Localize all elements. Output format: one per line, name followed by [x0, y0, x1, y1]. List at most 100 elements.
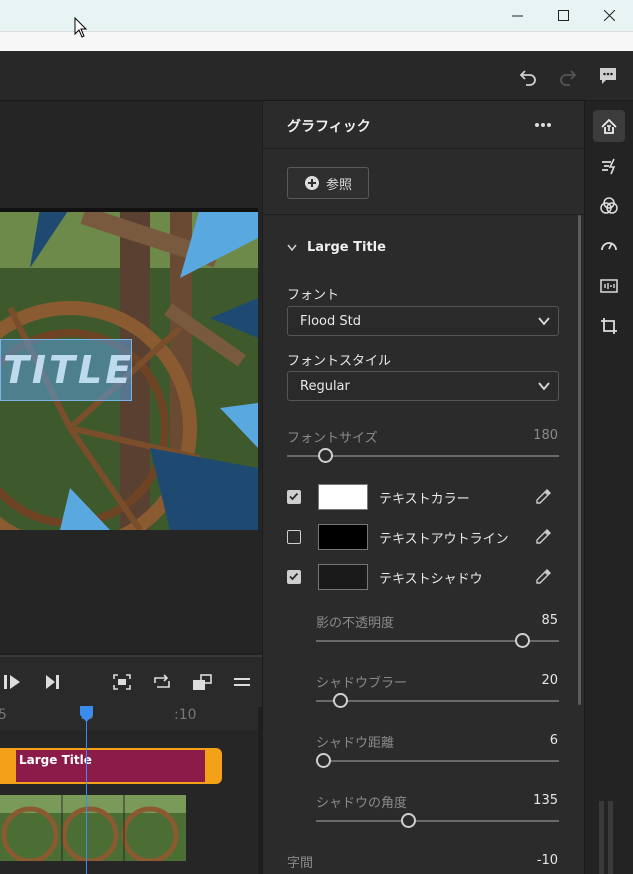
maximize-icon	[557, 9, 569, 21]
shadow-blur-slider[interactable]	[316, 700, 559, 702]
shadow-angle-slider[interactable]	[316, 820, 559, 822]
browse-button[interactable]: 参照	[287, 167, 369, 199]
font-size-slider-thumb[interactable]	[317, 448, 333, 463]
close-button[interactable]	[586, 4, 632, 26]
text-shadow-label: テキストシャドウ	[379, 572, 483, 587]
minimize-button[interactable]	[494, 4, 540, 26]
font-style-select[interactable]: Regular	[287, 371, 559, 401]
graphics-panel: グラフィック 参照 Large Title フォント Flood Std フォン…	[262, 101, 585, 874]
rail-crop-button[interactable]	[593, 310, 625, 342]
shadow-opacity-value: 85	[541, 613, 558, 628]
graphics-icon	[601, 118, 617, 134]
window-title-bar	[0, 0, 633, 51]
meter-bar	[608, 801, 613, 874]
plus-circle-icon	[304, 176, 319, 190]
text-shadow-swatch[interactable]	[318, 564, 368, 590]
video-clip-thumbnails	[0, 795, 186, 861]
text-color-label: テキストカラー	[379, 492, 470, 507]
rail-speed-button[interactable]	[593, 230, 625, 262]
font-style-label: フォントスタイル	[287, 354, 392, 369]
font-label: フォント	[287, 288, 340, 303]
redo-icon[interactable]	[557, 65, 579, 87]
fit-icon[interactable]	[112, 673, 132, 691]
shadow-distance-value: 6	[549, 733, 558, 748]
transport-bar	[0, 655, 262, 707]
shadow-opacity-label: 影の不透明度	[316, 616, 395, 631]
font-select-value: Flood Std	[300, 313, 361, 329]
mouse-cursor-icon	[74, 17, 88, 38]
video-clip[interactable]	[0, 795, 186, 861]
chevron-down-icon	[287, 244, 297, 251]
font-size-value: 180	[533, 428, 558, 443]
title-text-overlay[interactable]: TITLE	[0, 339, 132, 401]
playhead-line	[86, 706, 87, 874]
play-icon[interactable]	[2, 673, 22, 691]
font-style-select-value: Regular	[300, 378, 350, 394]
shadow-distance-label: シャドウ距離	[316, 736, 395, 751]
shadow-distance-slider-thumb[interactable]	[315, 753, 331, 768]
rail-color-button[interactable]	[593, 190, 625, 222]
shadow-opacity-slider-thumb[interactable]	[515, 633, 531, 648]
title-clip[interactable]: Large Title	[0, 748, 222, 784]
audio-icon	[600, 279, 618, 293]
menu-icon[interactable]	[232, 673, 252, 691]
rail-audio-button[interactable]	[593, 270, 625, 302]
step-forward-icon[interactable]	[42, 673, 62, 691]
panel-scrollbar[interactable]	[578, 215, 581, 705]
meter-bar	[599, 801, 604, 874]
shadow-blur-label: シャドウブラー	[316, 676, 408, 691]
app-toolbar	[0, 51, 633, 101]
export-frame-icon[interactable]	[192, 673, 212, 691]
crop-icon	[601, 318, 617, 334]
chevron-down-icon	[538, 382, 550, 391]
timeline-ruler[interactable]: 5 :8 :10	[0, 705, 258, 731]
font-size-label: フォントサイズ	[287, 431, 378, 446]
rail-transitions-button[interactable]	[593, 150, 625, 182]
panel-title: グラフィック	[287, 119, 371, 135]
transitions-icon	[602, 158, 616, 175]
checkmark-icon	[289, 492, 299, 501]
tracking-value: -10	[536, 853, 558, 868]
maximize-button[interactable]	[540, 4, 586, 26]
undo-icon[interactable]	[517, 65, 539, 87]
more-options-icon[interactable]	[533, 118, 553, 132]
text-outline-label: テキストアウトライン	[379, 532, 509, 547]
checkmark-icon	[289, 572, 299, 581]
program-monitor[interactable]: TITLE	[0, 208, 258, 530]
title-clip-label: Large Title	[19, 753, 92, 767]
tracking-label: 字間	[287, 856, 314, 871]
playhead-handle[interactable]	[79, 705, 94, 723]
rail-level-meter	[599, 801, 619, 874]
ruler-label-left: 5	[0, 707, 7, 723]
close-icon	[603, 9, 615, 21]
shadow-blur-value: 20	[541, 673, 558, 688]
eyedropper-icon[interactable]	[535, 567, 553, 585]
text-color-swatch[interactable]	[318, 484, 368, 510]
rail-graphics-button[interactable]	[593, 110, 625, 142]
title-overlay-text: TITLE	[3, 348, 135, 392]
loop-icon[interactable]	[152, 673, 172, 691]
font-select[interactable]: Flood Std	[287, 306, 559, 336]
tool-rail	[584, 101, 633, 874]
color-icon	[600, 197, 618, 214]
text-outline-swatch[interactable]	[318, 524, 368, 550]
text-outline-checkbox[interactable]	[287, 530, 301, 544]
ruler-label-right: :10	[174, 707, 197, 723]
panel-header: グラフィック	[263, 101, 585, 149]
text-shadow-checkbox[interactable]	[287, 570, 301, 584]
shadow-angle-value: 135	[533, 793, 558, 808]
section-header-large-title[interactable]: Large Title	[287, 240, 386, 255]
eyedropper-icon[interactable]	[535, 487, 553, 505]
minimize-icon	[511, 15, 523, 16]
shadow-blur-slider-thumb[interactable]	[332, 693, 348, 708]
section-title: Large Title	[307, 240, 386, 255]
text-color-checkbox[interactable]	[287, 490, 301, 504]
shadow-angle-slider-thumb[interactable]	[400, 813, 416, 828]
browse-label: 参照	[325, 177, 352, 193]
speed-icon	[601, 242, 617, 251]
feedback-icon[interactable]	[597, 65, 619, 87]
browse-section: 参照	[263, 149, 585, 215]
shadow-distance-slider[interactable]	[316, 760, 559, 762]
window-subbar	[0, 31, 633, 51]
eyedropper-icon[interactable]	[535, 527, 553, 545]
